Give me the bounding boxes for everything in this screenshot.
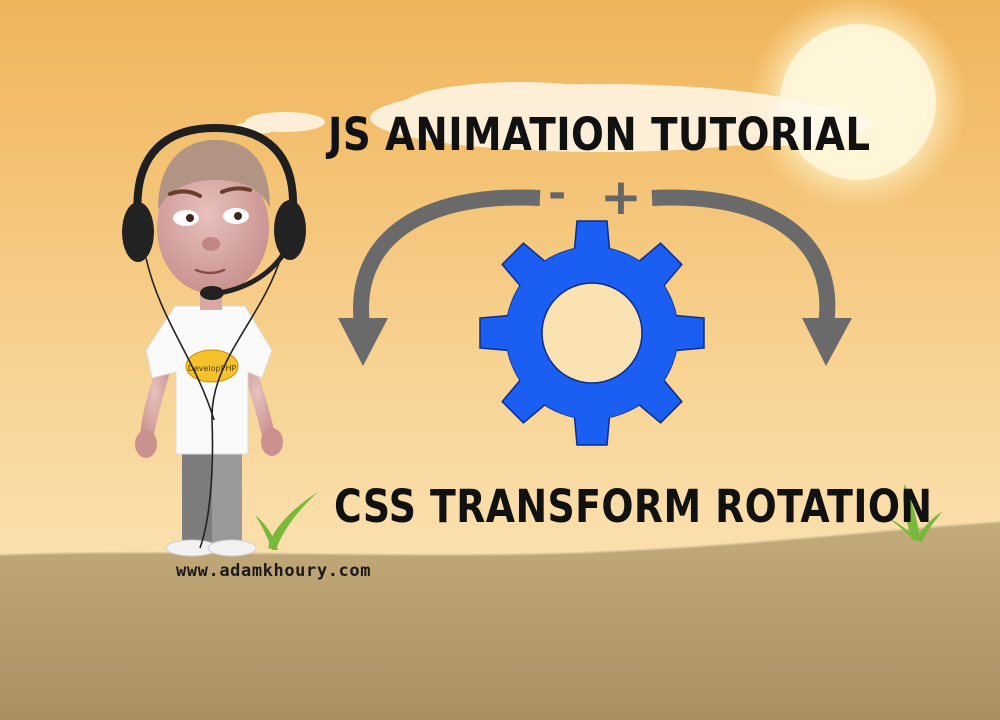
website-url: www.adamkhoury.com: [176, 561, 372, 581]
tutorial-banner: DevelopPHP JS ANIMATION TUTORIAL - + CSS…: [0, 0, 1000, 720]
plus-symbol: +: [600, 168, 642, 226]
gear-icon: [479, 220, 705, 446]
subtitle: CSS TRANSFORM ROTATION: [334, 480, 933, 533]
page-title: JS ANIMATION TUTORIAL: [328, 108, 871, 161]
minus-symbol: -: [548, 168, 567, 219]
